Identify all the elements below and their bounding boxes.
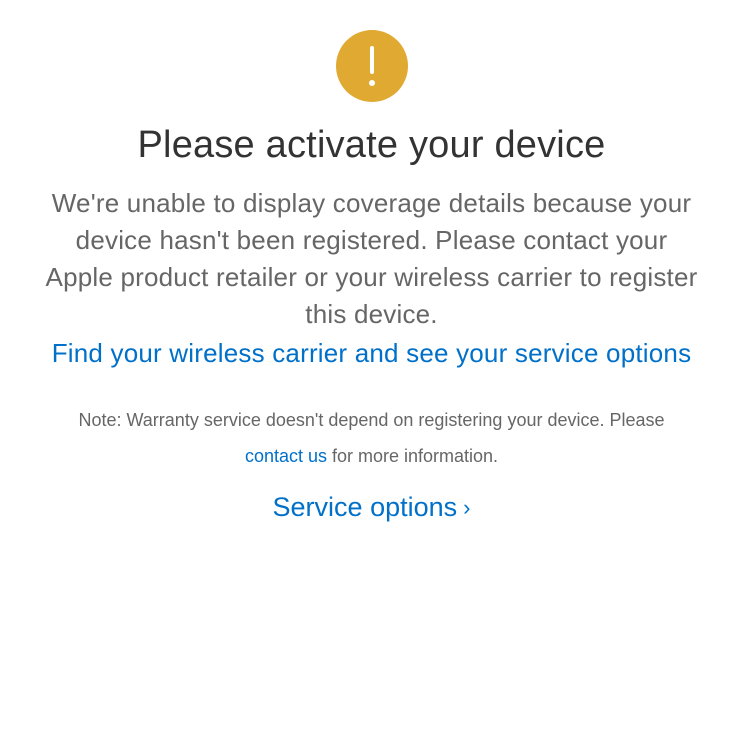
service-options-link[interactable]: Service options ›	[273, 492, 471, 523]
note-suffix: for more information.	[327, 446, 498, 466]
chevron-right-icon: ›	[463, 497, 470, 519]
warranty-note: Note: Warranty service doesn't depend on…	[52, 402, 692, 474]
body-message: We're unable to display coverage details…	[42, 185, 702, 333]
exclamation-icon	[367, 44, 377, 88]
note-prefix: Note: Warranty service doesn't depend on…	[78, 410, 664, 430]
service-options-label: Service options	[273, 492, 458, 523]
find-carrier-link[interactable]: Find your wireless carrier and see your …	[52, 335, 692, 372]
page-heading: Please activate your device	[138, 124, 606, 167]
alert-icon	[336, 30, 408, 102]
contact-us-link[interactable]: contact us	[245, 446, 327, 466]
